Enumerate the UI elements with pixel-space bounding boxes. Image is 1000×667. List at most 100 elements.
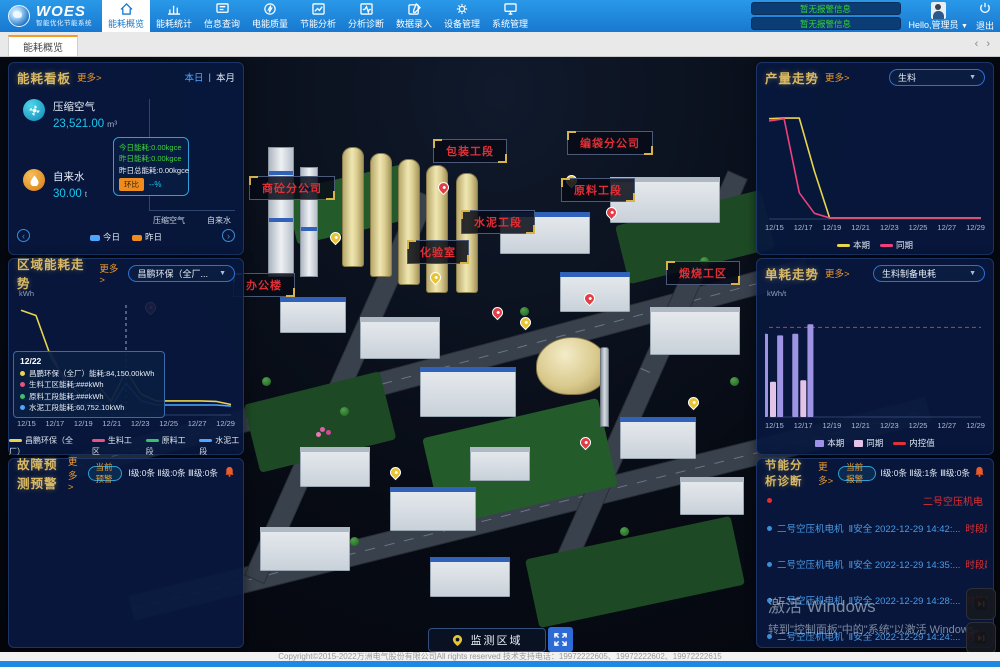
carousel-prev-icon[interactable]: ‹ — [17, 229, 30, 242]
nav-item-power-quality[interactable]: 电能质量 — [246, 0, 294, 32]
map-pin-icon[interactable] — [518, 315, 534, 331]
home-icon — [120, 2, 133, 15]
more-link[interactable]: 更多> — [825, 70, 850, 84]
area-label-shangtong[interactable]: 商砼分公司 — [249, 176, 335, 200]
system-icon — [504, 2, 517, 15]
preheater-tower — [268, 147, 294, 277]
area-label-packaging[interactable]: 包装工段 — [433, 139, 507, 163]
area-label-laboratory[interactable]: 化验室 — [407, 240, 469, 264]
nav-item-system-mgmt[interactable]: 系统管理 — [486, 0, 534, 32]
more-link[interactable]: 更多> — [825, 266, 850, 280]
storage-dome — [536, 337, 608, 395]
ring-ratio-badge: 环比 — [119, 178, 144, 191]
alarm-list-item[interactable]: 二号空压机电机 Ⅱ安全 2022-12-29 14:24:... 时段超限-关.… — [767, 629, 987, 643]
x-tick-label: 12/19 — [74, 419, 93, 428]
tab-energy-overview[interactable]: 能耗概览 — [8, 35, 78, 56]
data-entry-icon — [408, 2, 421, 15]
legend-swatch — [132, 235, 142, 241]
map-pin-icon[interactable] — [490, 305, 506, 321]
diagnosis-icon — [360, 2, 373, 15]
range-month-button[interactable]: 本月 — [216, 70, 235, 84]
production-trend-chart — [765, 99, 985, 221]
user-avatar — [931, 2, 946, 19]
alarm-banner-2[interactable]: 暂无报警信息 — [751, 17, 901, 30]
tab-scroll-left-icon[interactable]: ‹ — [975, 38, 979, 50]
x-tick-label: 12/21 — [102, 419, 121, 428]
building — [680, 477, 744, 515]
consumption-type-dropdown[interactable]: 生料制备电耗 ▼ — [873, 265, 985, 282]
range-today-button[interactable]: 本日 — [185, 70, 204, 84]
y-axis-label: kWh/t — [767, 289, 786, 298]
x-label: 自来水 — [207, 215, 231, 226]
alarm-list-item[interactable]: 二号空压机电机 Ⅱ安全 2022-12-29 14:35:... 时段超限-关.… — [767, 557, 987, 571]
carousel-next-icon[interactable]: › — [222, 229, 235, 242]
nav-item-energy-overview[interactable]: 能耗概览 — [102, 0, 150, 32]
bullet-dot-icon — [767, 526, 772, 531]
energy-kanban-panel: 能耗看板 更多> 本日 | 本月 压缩空气 23,521.00m³ — [8, 62, 244, 255]
map-pin-icon[interactable] — [388, 465, 404, 481]
tree — [262, 377, 271, 386]
nav-item-data-entry[interactable]: 数据录入 — [390, 0, 438, 32]
x-tick-label: 12/17 — [45, 419, 64, 428]
area-label-cement[interactable]: 水泥工段 — [461, 210, 535, 234]
more-link[interactable]: 更多> — [99, 261, 122, 286]
user-greeting: Hello,管理员 — [909, 20, 959, 30]
app-root: WOES 智能优化节能系统 能耗概览 能耗统计 信息查询 电能质量 — [0, 0, 1000, 667]
metric-compressed-air: 压缩空气 23,521.00m³ — [23, 99, 117, 130]
monitor-area-button[interactable]: 监测区域 — [428, 628, 546, 652]
fullscreen-button[interactable] — [548, 627, 573, 652]
x-tick-label: 12/27 — [937, 223, 956, 232]
region-select-dropdown[interactable]: 昌鹏环保（全厂... ▼ — [128, 265, 235, 282]
side-tool-button[interactable] — [966, 622, 996, 654]
app-logo: WOES 智能优化节能系统 — [0, 0, 102, 32]
chevron-down-icon: ▼ — [219, 270, 226, 277]
footer-copyright: Copyright©2015-2022万洲电气股份有限公司All rights … — [0, 652, 1000, 661]
alarm-banner-1[interactable]: 暂无报警信息 — [751, 2, 901, 15]
logout-button[interactable]: 退出 — [976, 1, 994, 32]
x-tick-label: 12/27 — [188, 419, 207, 428]
side-tool-button[interactable] — [966, 588, 996, 620]
nav-item-energy-analysis[interactable]: 节能分析 — [294, 0, 342, 32]
x-tick-label: 12/25 — [909, 421, 928, 430]
x-tick-label: 12/15 — [765, 223, 784, 232]
x-tick-label: 12/15 — [765, 421, 784, 430]
x-tick-label: 12/17 — [794, 223, 813, 232]
chevron-down-icon: ▼ — [969, 270, 976, 277]
lawn — [525, 516, 745, 628]
product-select-dropdown[interactable]: 生料 ▼ — [889, 69, 985, 86]
x-tick-label: 12/19 — [822, 223, 841, 232]
tab-scroll-right-icon[interactable]: › — [986, 38, 990, 50]
panel-title: 产量走势 — [765, 68, 819, 87]
panel-title: 节能分析诊断 — [765, 457, 814, 489]
alarm-dot-icon — [767, 498, 772, 503]
more-link[interactable]: 更多> — [68, 454, 82, 493]
app-title: WOES — [36, 4, 92, 19]
more-link[interactable]: 更多> — [77, 70, 102, 84]
current-warning-badge: 当前预警 — [88, 466, 123, 481]
x-tick-label: 12/23 — [880, 223, 899, 232]
chevron-down-icon: ▼ — [969, 74, 976, 81]
doc-search-icon — [216, 2, 229, 15]
x-tick-label: 12/17 — [794, 421, 813, 430]
area-label-calcination[interactable]: 煅烧工区 — [666, 261, 740, 285]
region-energy-trend-panel: 区域能耗走势 更多> 昌鹏环保（全厂... ▼ kWh 12/1512/1712… — [8, 258, 244, 455]
alarm-list-item[interactable]: 二号空压机电机 Ⅱ安全 2022-12-29 14:42:... 时段超限-关.… — [767, 521, 987, 535]
map-pin-icon[interactable] — [686, 395, 702, 411]
x-tick-label: 12/23 — [880, 421, 899, 430]
building — [470, 447, 530, 481]
area-label-raw-material[interactable]: 原料工段 — [561, 178, 635, 202]
nav-item-info-query[interactable]: 信息查询 — [198, 0, 246, 32]
nav-item-energy-stats[interactable]: 能耗统计 — [150, 0, 198, 32]
user-menu[interactable]: Hello,管理员 ▼ — [909, 2, 968, 30]
nav-item-diagnosis[interactable]: 分析诊断 — [342, 0, 390, 32]
nav-item-device-mgmt[interactable]: 设备管理 — [438, 0, 486, 32]
tree — [730, 377, 739, 386]
flower-patch — [320, 427, 325, 432]
compressed-air-icon — [23, 99, 45, 121]
building — [360, 317, 440, 359]
more-link[interactable]: 更多> — [818, 459, 834, 487]
area-label-bag-branch[interactable]: 编袋分公司 — [567, 131, 653, 155]
alarm-list-item[interactable]: 二号空压机电机 Ⅱ安全 2022-12-29 14:28:... 时段超限-关.… — [767, 593, 987, 607]
x-tick-label: 12/27 — [937, 421, 956, 430]
media-skip-icon — [974, 597, 988, 611]
